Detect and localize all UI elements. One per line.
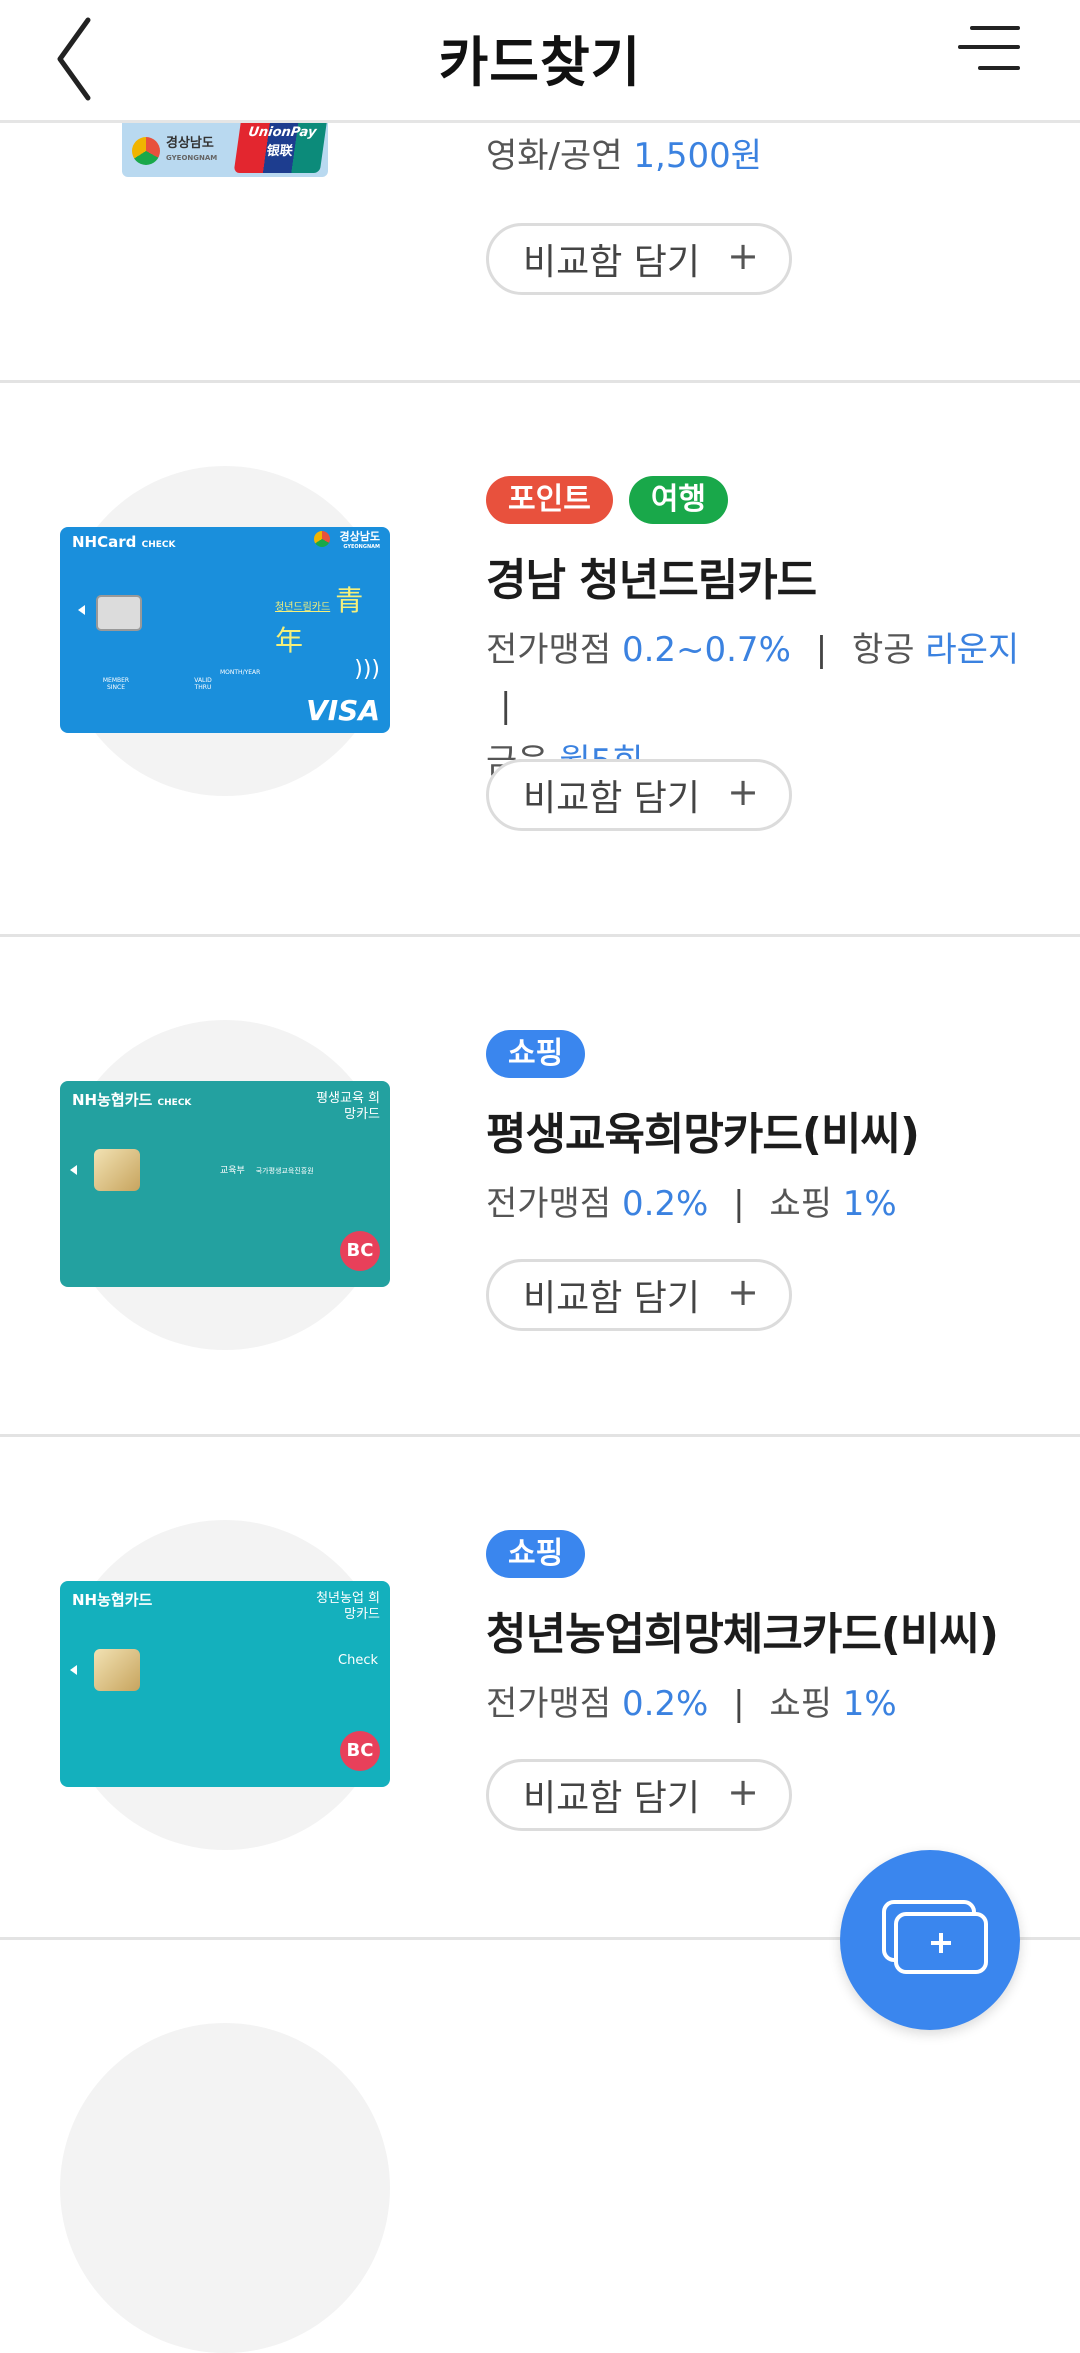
tag-badge: 쇼핑 xyxy=(486,1530,586,1578)
benefit-value: 라운지 xyxy=(925,630,1020,670)
bc-logo: BC xyxy=(340,1231,380,1271)
benefits: 영화/공연 1,500원 xyxy=(486,128,1040,184)
card-product-hanja: 青年 xyxy=(275,584,364,657)
add-to-compare-icon xyxy=(882,1900,988,1974)
benefit-value: 1% xyxy=(842,1684,897,1724)
card-image[interactable]: NH농협카드 CHECK 평생교육 희망카드 교육부 국가평생교육진흥원 BC xyxy=(60,1081,390,1287)
card-issuer: 교육부 xyxy=(220,1166,245,1176)
arrow-left-icon xyxy=(70,1665,77,1675)
card-field-member: MEMBER SINCE xyxy=(102,677,130,691)
card-name[interactable]: 청년농업희망체크카드(비씨) xyxy=(486,1598,1040,1662)
card-type: Check xyxy=(338,1653,378,1668)
card-image[interactable]: NH농협카드 청년농업 희망카드 Check BC xyxy=(60,1581,390,1787)
card-brand-sub: CHECK xyxy=(141,540,176,550)
card-product-name: 청년농업 희망카드 xyxy=(316,1591,380,1622)
list-item: NHCard CHECK 경상남도 GYEONGNAM 청년드림카드 青年 ME… xyxy=(0,383,1080,937)
tag-badge: 포인트 xyxy=(486,476,613,524)
benefit-value: 1,500원 xyxy=(633,136,763,176)
card-name[interactable]: 평생교육희망카드(비씨) xyxy=(486,1098,1040,1162)
card-brand: NH농협카드 xyxy=(72,1091,153,1109)
benefit-label: 항공 xyxy=(851,630,915,670)
card-logo-text: 경상남도 xyxy=(166,136,214,151)
card-info: 쇼핑 평생교육희망카드(비씨) 전가맹점 0.2% | 쇼핑 1% xyxy=(486,1030,1040,1232)
benefit-value: 0.2~0.7% xyxy=(621,630,791,670)
benefit-label: 쇼핑 xyxy=(769,1184,832,1224)
card-product-name: 평생교육 희망카드 xyxy=(316,1091,380,1122)
tag-list: 포인트 여행 xyxy=(486,476,1040,528)
card-brand-sub: CHECK xyxy=(157,1098,192,1108)
card-field-valid: VALID THRU xyxy=(194,677,212,691)
card-name[interactable]: 경남 청년드림카드 xyxy=(486,544,1040,608)
card-list: 경상남도 GYEONGNAM UnionPay 银联 영화/공연 1,500원 … xyxy=(0,51,1080,2353)
arrow-left-icon xyxy=(78,605,85,615)
card-region-sub: GYEONGNAM xyxy=(343,544,380,550)
contactless-icon: ))) xyxy=(354,657,380,682)
compare-fab-button[interactable] xyxy=(840,1850,1020,2030)
network-sub-label: 银联 xyxy=(265,144,294,159)
card-info: 포인트 여행 경남 청년드림카드 전가맹점 0.2~0.7% | 항공 라운지 … xyxy=(486,476,1040,790)
benefits: 전가맹점 0.2% | 쇼핑 1% xyxy=(486,1176,1040,1232)
benefit-value: 0.2% xyxy=(621,1184,709,1224)
benefit-value: 1% xyxy=(842,1184,897,1224)
card-product-name: 청년드림카드 xyxy=(275,602,331,613)
gyeongnam-logo-icon xyxy=(132,137,160,165)
plus-icon: + xyxy=(727,770,759,814)
compare-button-label: 비교함 담기 xyxy=(523,778,701,819)
compare-add-button[interactable]: 비교함 담기 + xyxy=(486,1759,792,1831)
separator: | xyxy=(500,686,512,726)
card-image[interactable]: NHCard CHECK 경상남도 GYEONGNAM 청년드림카드 青年 ME… xyxy=(60,527,390,733)
benefit-label: 전가맹점 xyxy=(486,1184,612,1224)
chip-icon xyxy=(94,1149,140,1191)
bc-logo: BC xyxy=(340,1731,380,1771)
visa-logo: VISA xyxy=(306,694,380,727)
card-info: 쇼핑 청년농업희망체크카드(비씨) 전가맹점 0.2% | 쇼핑 1% xyxy=(486,1530,1040,1732)
plus-icon: + xyxy=(727,234,759,278)
separator: | xyxy=(733,1684,745,1724)
card-field-month: MONTH/YEAR xyxy=(220,669,261,676)
card-brand: NHCard xyxy=(72,533,137,551)
benefits: 전가맹점 0.2% | 쇼핑 1% xyxy=(486,1676,1040,1732)
benefit-label: 영화/공연 xyxy=(486,136,623,176)
page-title: 카드찾기 xyxy=(438,31,642,94)
compare-add-button[interactable]: 비교함 담기 + xyxy=(486,223,792,295)
benefit-label: 전가맹점 xyxy=(486,630,612,670)
tag-badge: 여행 xyxy=(628,476,729,524)
arrow-left-icon xyxy=(70,1165,77,1175)
plus-icon: + xyxy=(727,1270,759,1314)
compare-add-button[interactable]: 비교함 담기 + xyxy=(486,1259,792,1331)
benefit-label: 전가맹점 xyxy=(486,1684,612,1724)
list-item: NH농협카드 CHECK 평생교육 희망카드 교육부 국가평생교육진흥원 BC … xyxy=(0,937,1080,1437)
card-brand: NH농협카드 xyxy=(72,1591,153,1609)
compare-button-label: 비교함 담기 xyxy=(523,1778,701,1819)
plus-icon: + xyxy=(727,1770,759,1814)
separator: | xyxy=(733,1184,745,1224)
app-header: 카드찾기 xyxy=(0,0,1080,123)
list-item-partial: 경상남도 GYEONGNAM UnionPay 银联 영화/공연 1,500원 … xyxy=(0,51,1080,383)
card-background-circle xyxy=(60,2023,390,2353)
tag-list: 쇼핑 xyxy=(486,1530,1040,1582)
tag-badge: 쇼핑 xyxy=(486,1030,586,1078)
compare-button-label: 비교함 담기 xyxy=(523,1278,701,1319)
menu-button[interactable] xyxy=(950,22,1022,92)
compare-add-button[interactable]: 비교함 담기 + xyxy=(486,759,792,831)
chip-icon xyxy=(94,1649,140,1691)
chip-icon xyxy=(96,595,142,631)
card-issuer2: 국가평생교육진흥원 xyxy=(255,1167,314,1175)
tag-list: 쇼핑 xyxy=(486,1030,1040,1082)
compare-button-label: 비교함 담기 xyxy=(523,242,701,283)
gyeongnam-logo-icon xyxy=(314,531,330,547)
benefit-value: 0.2% xyxy=(621,1684,709,1724)
benefit-label: 쇼핑 xyxy=(769,1684,832,1724)
hamburger-menu-icon xyxy=(958,26,1020,70)
card-logo-sub: GYEONGNAM xyxy=(166,154,218,162)
separator: | xyxy=(815,630,828,670)
